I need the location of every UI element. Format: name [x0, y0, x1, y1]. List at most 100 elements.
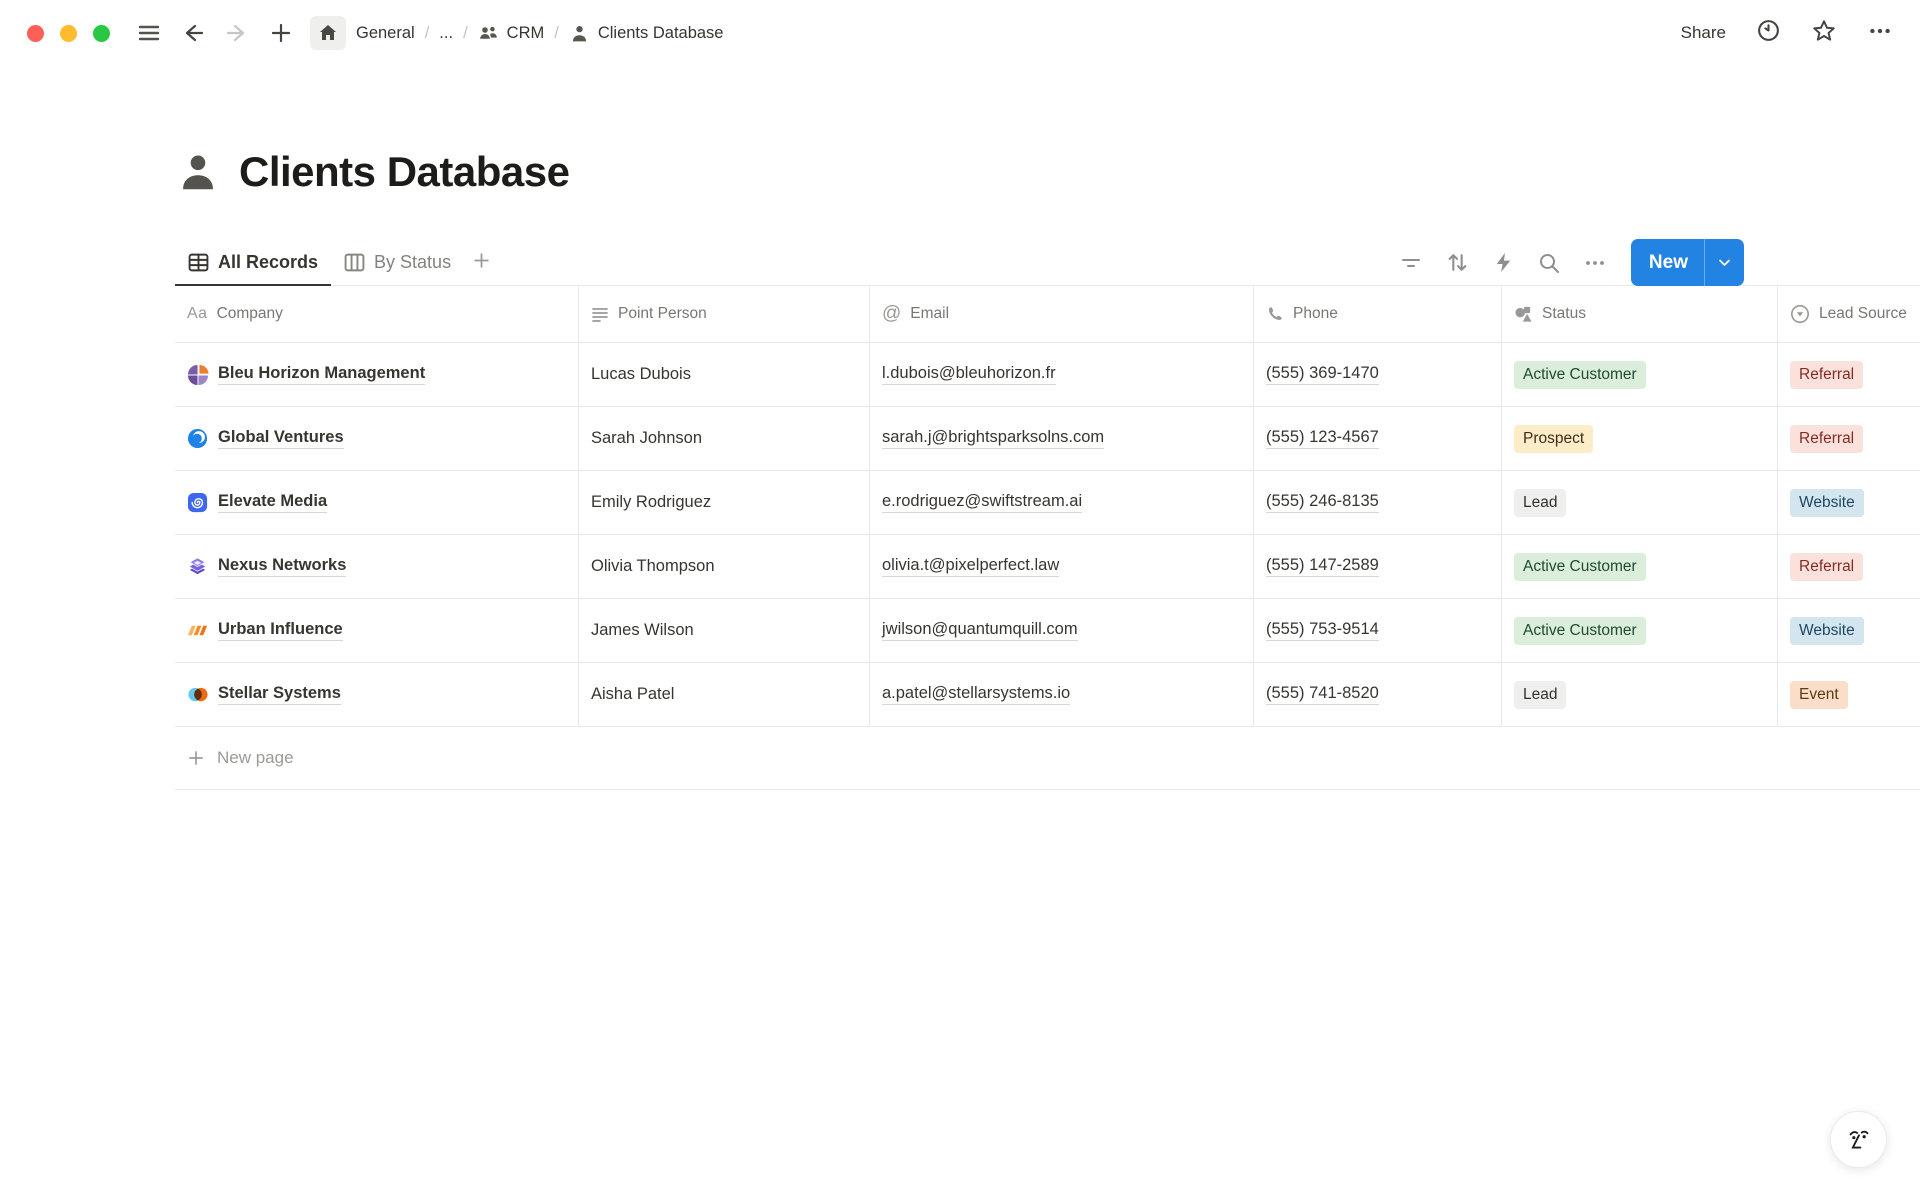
sidebar-toggle-icon[interactable]	[134, 18, 164, 48]
table-row[interactable]: Global Ventures Sarah Johnson sarah.j@br…	[175, 407, 1920, 471]
lead-source-cell[interactable]: Website	[1778, 471, 1920, 534]
home-icon[interactable]	[310, 16, 346, 50]
lead-source-cell[interactable]: Event	[1778, 663, 1920, 726]
minimize-window-button[interactable]	[60, 25, 77, 42]
email-value[interactable]: e.rodriguez@swiftstream.ai	[882, 492, 1082, 513]
status-cell[interactable]: Active Customer	[1502, 343, 1778, 406]
breadcrumb-item-collapsed[interactable]: ...	[439, 24, 453, 43]
email-value[interactable]: a.patel@stellarsystems.io	[882, 684, 1070, 705]
zoom-window-button[interactable]	[93, 25, 110, 42]
close-window-button[interactable]	[27, 25, 44, 42]
email-cell[interactable]: e.rodriguez@swiftstream.ai	[870, 471, 1254, 534]
breadcrumb-item-clients-database[interactable]: Clients Database	[569, 23, 724, 44]
company-cell[interactable]: Bleu Horizon Management	[175, 343, 579, 406]
company-name[interactable]: Nexus Networks	[218, 556, 346, 577]
phone-cell[interactable]: (555) 369-1470	[1254, 343, 1502, 406]
phone-value[interactable]: (555) 369-1470	[1266, 364, 1379, 385]
email-value[interactable]: l.dubois@bleuhorizon.fr	[882, 364, 1056, 385]
lead-source-badge: Referral	[1790, 553, 1863, 581]
tab-by-status[interactable]: By Status	[331, 240, 464, 285]
status-cell[interactable]: Active Customer	[1502, 535, 1778, 598]
sort-icon[interactable]	[1441, 246, 1474, 279]
phone-cell[interactable]: (555) 147-2589	[1254, 535, 1502, 598]
point-person-cell[interactable]: Lucas Dubois	[579, 343, 870, 406]
more-options-icon[interactable]	[1867, 18, 1893, 49]
search-icon[interactable]	[1533, 246, 1566, 279]
table-row[interactable]: Nexus Networks Olivia Thompson olivia.t@…	[175, 535, 1920, 599]
point-person-cell[interactable]: James Wilson	[579, 599, 870, 662]
column-header-status[interactable]: Status	[1502, 286, 1778, 342]
email-value[interactable]: sarah.j@brightsparksolns.com	[882, 428, 1104, 449]
point-person-cell[interactable]: Olivia Thompson	[579, 535, 870, 598]
new-tab-icon[interactable]	[266, 18, 296, 48]
lead-source-cell[interactable]: Referral	[1778, 407, 1920, 470]
page-icon-person[interactable]	[175, 149, 221, 195]
filter-icon[interactable]	[1395, 246, 1428, 279]
email-cell[interactable]: l.dubois@bleuhorizon.fr	[870, 343, 1254, 406]
notion-ai-face-button[interactable]	[1830, 1111, 1887, 1168]
phone-value[interactable]: (555) 246-8135	[1266, 492, 1379, 513]
table-row[interactable]: Elevate Media Emily Rodriguez e.rodrigue…	[175, 471, 1920, 535]
lead-source-cell[interactable]: Website	[1778, 599, 1920, 662]
breadcrumb-item-general[interactable]: General	[356, 24, 415, 43]
lead-source-cell[interactable]: Referral	[1778, 535, 1920, 598]
page-title[interactable]: Clients Database	[239, 148, 569, 196]
view-more-icon[interactable]	[1579, 246, 1612, 279]
point-person-cell[interactable]: Aisha Patel	[579, 663, 870, 726]
table-row[interactable]: Stellar Systems Aisha Patel a.patel@stel…	[175, 663, 1920, 727]
new-button-chevron-down-icon[interactable]	[1705, 239, 1744, 286]
back-icon[interactable]	[178, 18, 208, 48]
new-page-row[interactable]: New page	[175, 727, 1920, 790]
phone-cell[interactable]: (555) 741-8520	[1254, 663, 1502, 726]
column-header-email[interactable]: @ Email	[870, 286, 1254, 342]
favorite-star-icon[interactable]	[1811, 18, 1837, 49]
column-header-point-person[interactable]: Point Person	[579, 286, 870, 342]
email-value[interactable]: jwilson@quantumquill.com	[882, 620, 1078, 641]
zap-icon[interactable]	[1487, 246, 1520, 279]
tab-all-records[interactable]: All Records	[175, 240, 331, 285]
email-cell[interactable]: sarah.j@brightsparksolns.com	[870, 407, 1254, 470]
column-label: Company	[217, 305, 283, 323]
new-button[interactable]: New	[1631, 239, 1704, 286]
lead-source-cell[interactable]: Referral	[1778, 343, 1920, 406]
company-name[interactable]: Bleu Horizon Management	[218, 364, 425, 385]
share-button[interactable]: Share	[1681, 23, 1726, 43]
column-header-lead-source[interactable]: Lead Source	[1778, 286, 1920, 342]
updates-clock-icon[interactable]	[1756, 18, 1781, 48]
table-row[interactable]: Bleu Horizon Management Lucas Dubois l.d…	[175, 343, 1920, 407]
add-view-icon[interactable]	[464, 249, 499, 277]
email-cell[interactable]: olivia.t@pixelperfect.law	[870, 535, 1254, 598]
phone-cell[interactable]: (555) 753-9514	[1254, 599, 1502, 662]
company-cell[interactable]: Global Ventures	[175, 407, 579, 470]
phone-value[interactable]: (555) 147-2589	[1266, 556, 1379, 577]
phone-value[interactable]: (555) 123-4567	[1266, 428, 1379, 449]
table-row[interactable]: Urban Influence James Wilson jwilson@qua…	[175, 599, 1920, 663]
status-cell[interactable]: Lead	[1502, 471, 1778, 534]
email-value[interactable]: olivia.t@pixelperfect.law	[882, 556, 1059, 577]
breadcrumb-label: Clients Database	[598, 24, 724, 43]
database-table: Aa Company Point Person @ Email Phone St…	[175, 286, 1920, 790]
company-cell[interactable]: Nexus Networks	[175, 535, 579, 598]
forward-icon[interactable]	[222, 18, 252, 48]
company-cell[interactable]: Elevate Media	[175, 471, 579, 534]
phone-value[interactable]: (555) 753-9514	[1266, 620, 1379, 641]
company-name[interactable]: Stellar Systems	[218, 684, 341, 705]
company-cell[interactable]: Urban Influence	[175, 599, 579, 662]
column-header-phone[interactable]: Phone	[1254, 286, 1502, 342]
status-cell[interactable]: Lead	[1502, 663, 1778, 726]
point-person-cell[interactable]: Sarah Johnson	[579, 407, 870, 470]
company-cell[interactable]: Stellar Systems	[175, 663, 579, 726]
column-header-company[interactable]: Aa Company	[175, 286, 579, 342]
company-name[interactable]: Global Ventures	[218, 428, 344, 449]
phone-cell[interactable]: (555) 123-4567	[1254, 407, 1502, 470]
company-name[interactable]: Urban Influence	[218, 620, 343, 641]
point-person-cell[interactable]: Emily Rodriguez	[579, 471, 870, 534]
email-cell[interactable]: jwilson@quantumquill.com	[870, 599, 1254, 662]
phone-cell[interactable]: (555) 246-8135	[1254, 471, 1502, 534]
status-cell[interactable]: Active Customer	[1502, 599, 1778, 662]
email-cell[interactable]: a.patel@stellarsystems.io	[870, 663, 1254, 726]
breadcrumb-item-crm[interactable]: CRM	[478, 23, 545, 44]
status-cell[interactable]: Prospect	[1502, 407, 1778, 470]
phone-value[interactable]: (555) 741-8520	[1266, 684, 1379, 705]
company-name[interactable]: Elevate Media	[218, 492, 327, 513]
